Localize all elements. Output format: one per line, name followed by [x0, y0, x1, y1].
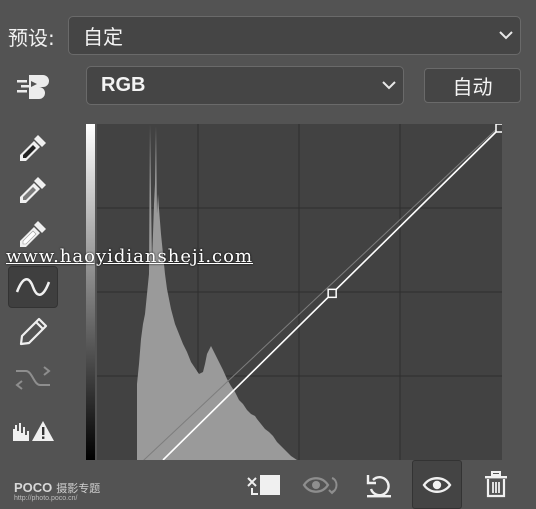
chevron-down-icon [375, 67, 403, 104]
curve-control-point[interactable] [495, 124, 502, 133]
auto-button[interactable]: 自动 [424, 68, 521, 103]
reset-button[interactable] [360, 468, 400, 502]
poco-brand-name: POCO [14, 480, 53, 495]
channel-dropdown[interactable]: RGB [86, 66, 404, 105]
smooth-curve-icon [15, 366, 51, 390]
output-gradient-strip [86, 124, 95, 460]
curves-graph-canvas [97, 124, 502, 460]
black-point-eyedropper-tool[interactable] [8, 128, 58, 168]
gray-point-eyedropper-icon [20, 177, 46, 203]
poco-url: http://photo.poco.cn/ [14, 495, 78, 502]
toggle-visibility-button[interactable] [412, 460, 462, 509]
view-previous-state-button[interactable] [302, 468, 342, 502]
target-adjust-tool[interactable] [8, 66, 58, 106]
chevron-down-icon [492, 17, 520, 54]
watermark-text: www.haoyidiansheji.com [6, 246, 254, 267]
curve-edit-icon [15, 278, 51, 296]
preset-value: 自定 [83, 25, 123, 49]
clipping-warning-tool[interactable] [8, 410, 58, 450]
delete-button[interactable] [476, 468, 516, 502]
curve-control-point[interactable] [327, 288, 337, 299]
pencil-draw-icon [19, 317, 48, 346]
trash-icon [485, 471, 507, 498]
black-point-eyedropper-icon [20, 135, 46, 161]
eye-icon [422, 476, 452, 493]
smooth-curve-tool[interactable] [8, 358, 58, 398]
preset-label: 预设: [8, 26, 55, 50]
view-previous-state-icon [302, 477, 338, 495]
curves-properties-panel: 预设: 自定 RGB 自动 www.haoyidiansheji.com POC… [0, 0, 536, 509]
preset-dropdown[interactable]: 自定 [68, 16, 521, 55]
gray-point-eyedropper-tool[interactable] [8, 170, 58, 210]
curves-graph[interactable] [97, 124, 502, 460]
channel-value: RGB [101, 74, 146, 96]
target-adjust-icon [17, 75, 49, 99]
clip-to-layer-button[interactable] [244, 468, 284, 502]
clip-to-layer-icon [247, 475, 280, 495]
pencil-draw-tool[interactable] [8, 312, 58, 352]
reset-icon [366, 475, 391, 498]
poco-brand: POCO 摄影专题 [14, 480, 100, 496]
curve-edit-tool[interactable] [8, 266, 58, 308]
clipping-warning-icon [13, 421, 54, 441]
poco-brand-sub: 摄影专题 [56, 483, 101, 495]
